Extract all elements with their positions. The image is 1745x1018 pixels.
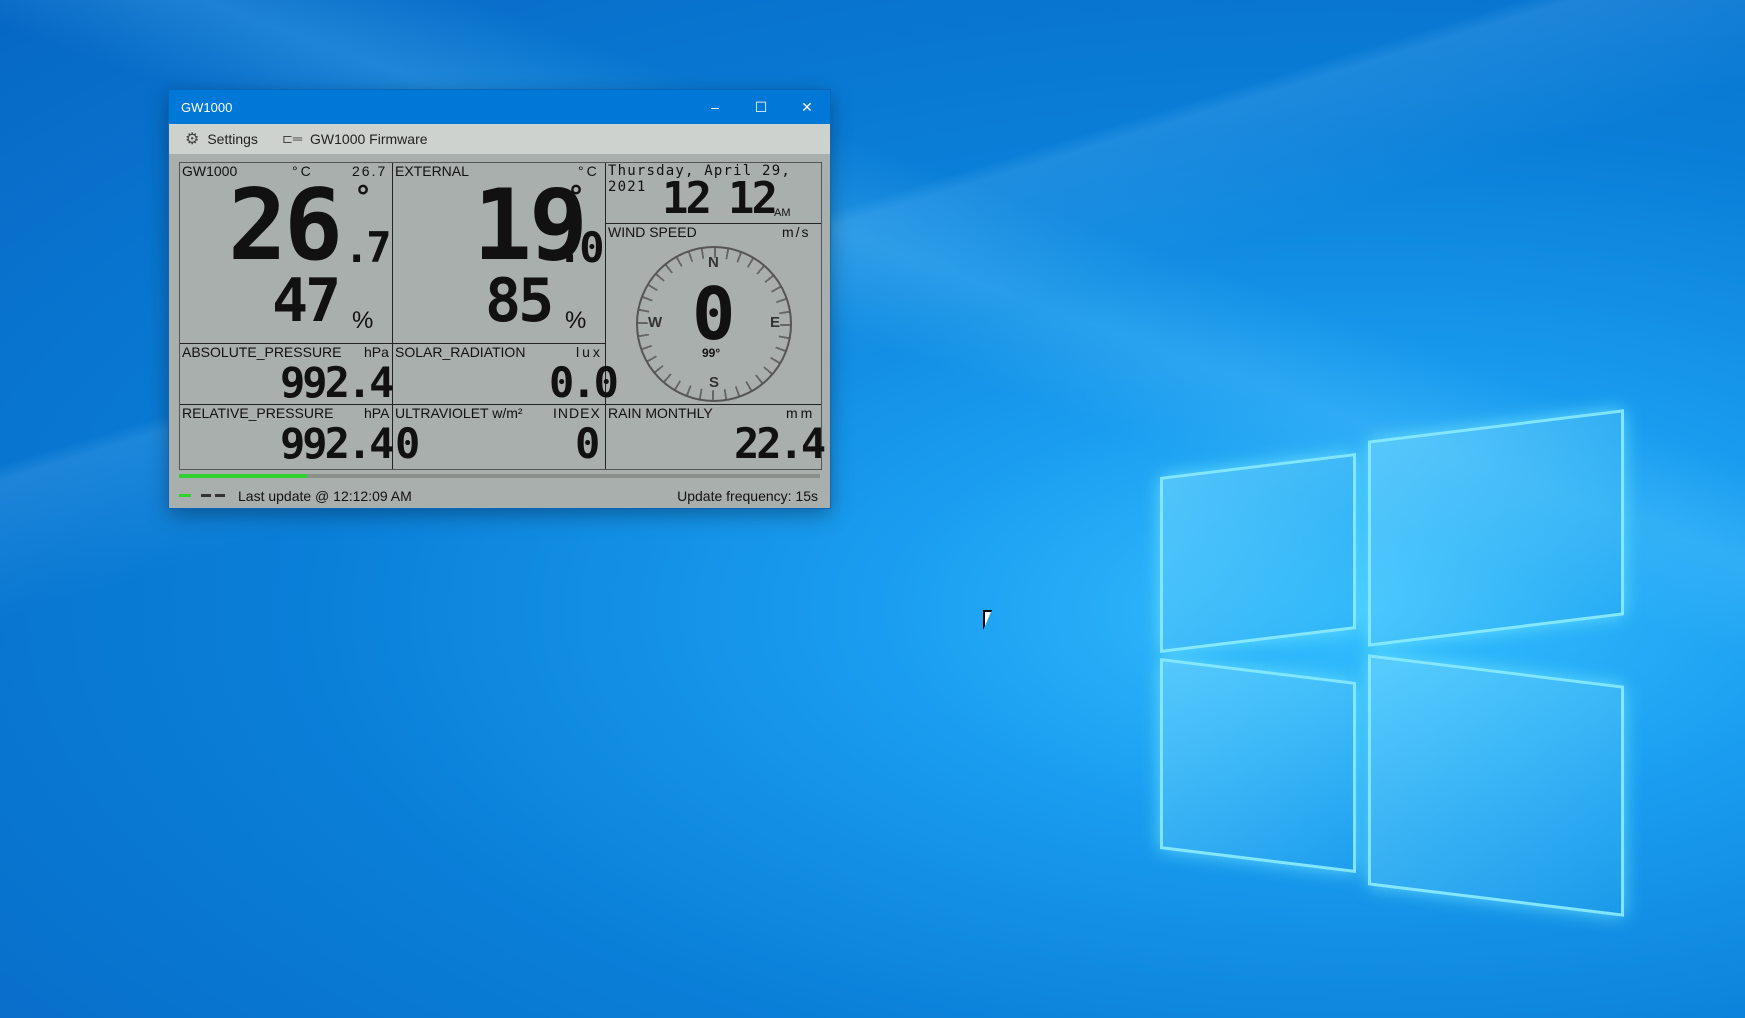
wind-speed-value: 0 [692,272,735,356]
update-progress-bar [179,474,820,478]
external-humidity-unit: % [565,307,587,334]
absolute-pressure-panel: ABSOLUTE_PRESSURE hPa 992.4 [180,344,394,407]
rain-monthly-panel: RAIN MONTHLY mm 22.4 [606,405,826,469]
clock-hour: 12 [662,173,712,224]
gw1000-humidity-unit: % [352,307,374,334]
close-button[interactable]: ✕ [784,90,830,124]
relative-pressure-value: 992.4 [280,419,394,468]
external-temperature-decimal: .0 [557,223,605,272]
firmware-menu-item[interactable]: ⊏═ GW1000 Firmware [274,126,436,152]
lcd-display: GW1000 °C 26.7 26 .7 ° 47 % EXTERNAL °C … [179,162,826,470]
gw1000-panel: GW1000 °C 26.7 26 .7 ° 47 % [180,163,393,344]
external-humidity: 85 [485,266,554,336]
title-bar[interactable]: GW1000 – ☐ ✕ [169,90,830,124]
external-panel: EXTERNAL °C 19 .0 ° 85 % [393,163,606,344]
relative-pressure-panel: RELATIVE_PRESSURE hPA 992.4 [180,405,394,469]
status-dash-icon [201,494,211,497]
ultraviolet-value: 0 [395,419,420,468]
gw1000-degree-sign: ° [354,180,372,215]
firmware-label: GW1000 Firmware [310,131,428,147]
status-indicator-icon [179,494,191,497]
clock-ampm: AM [774,207,791,219]
rain-monthly-label: RAIN MONTHLY [608,405,713,421]
compass-west: W [648,314,663,331]
wind-speed-label: WIND SPEED [608,224,697,240]
external-label: EXTERNAL [395,163,469,179]
gw1000-temperature: 26 [228,169,343,283]
solar-radiation-value: 0.0 [549,358,619,407]
plug-icon: ⊏═ [281,131,303,146]
wind-compass: N S E W 0 99° [636,246,792,402]
rain-monthly-value: 22.4 [734,419,826,468]
gw1000-small-value: 26.7 [352,163,388,179]
solar-radiation-panel: SOLAR_RADIATION lux 0.0 [393,344,619,405]
gw1000-temperature-decimal: .7 [344,223,392,272]
wind-direction: 99° [702,346,721,360]
wind-panel: WIND SPEED m/s N S E W 0 99° [606,224,821,405]
maximize-button[interactable]: ☐ [738,90,784,124]
settings-menu-item[interactable]: ⚙ Settings [177,126,266,152]
last-update-text: Last update @ 12:12:09 AM [238,488,412,504]
status-bar: Last update @ 12:12:09 AM Update frequen… [169,470,830,508]
clock-panel: Thursday, April 29, 2021 12 12 AM [606,163,821,224]
windows-logo [1160,409,1625,917]
minimize-button[interactable]: – [692,90,738,124]
gw1000-humidity: 47 [272,266,341,336]
absolute-pressure-value: 992.4 [280,358,394,407]
compass-east: E [770,314,781,331]
wind-speed-unit: m/s [782,224,811,240]
update-progress-fill [179,474,308,478]
status-dash-icon [215,494,225,497]
mouse-cursor-icon [983,610,1001,630]
settings-label: Settings [207,131,258,147]
menu-bar: ⚙ Settings ⊏═ GW1000 Firmware [169,124,830,154]
clock-minute: 12 [728,173,778,224]
solar-radiation-label: SOLAR_RADIATION [395,344,526,360]
ultraviolet-panel: ULTRAVIOLET w/m² INDEX 0 0 [393,405,606,469]
window-title: GW1000 [181,99,233,115]
uv-index-value: 0 [575,419,600,468]
compass-north: N [708,254,719,271]
app-window[interactable]: GW1000 – ☐ ✕ ⚙ Settings ⊏═ GW1000 Firmwa… [169,90,830,508]
external-degree-sign: ° [567,180,585,215]
compass-south: S [709,374,720,391]
date-label: Thursday, April 29, 2021 [608,163,791,195]
gear-icon: ⚙ [185,131,200,148]
update-frequency-text: Update frequency: 15s [677,488,818,504]
